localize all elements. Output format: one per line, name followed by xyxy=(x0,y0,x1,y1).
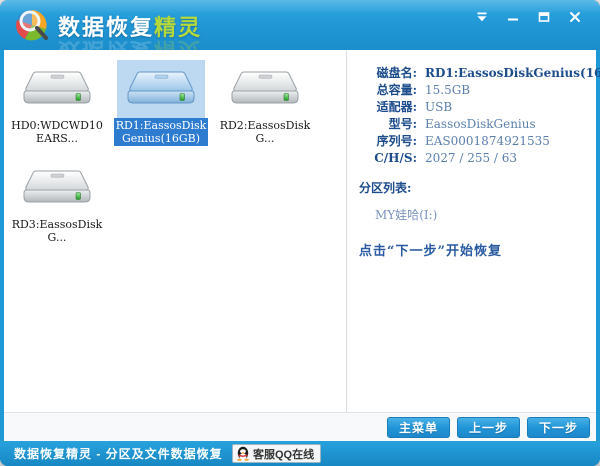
detail-row-capacity: 总容量: 15.5GB xyxy=(359,83,590,97)
disk-label: RD3:EassosDiskG... xyxy=(10,217,104,245)
detail-label: 适配器: xyxy=(359,100,417,114)
detail-value: 2027 / 255 / 63 xyxy=(425,151,517,165)
window-controls xyxy=(473,9,584,25)
detail-value: USB xyxy=(425,100,452,114)
disk-item-rd1-selected[interactable]: RD1:EassosDiskGenius(16GB) xyxy=(114,60,208,147)
dropdown-arrow-button[interactable] xyxy=(473,9,491,25)
button-strip: 主菜单 上一步 下一步 xyxy=(4,412,596,441)
disk-label: RD1:EassosDiskGenius(16GB) xyxy=(114,118,208,146)
close-icon xyxy=(569,11,581,23)
minimize-button[interactable] xyxy=(504,9,522,25)
status-text: 数据恢复精灵 - 分区及文件数据恢复 xyxy=(14,445,223,462)
partition-item[interactable]: MY娃哈(I:) xyxy=(375,206,590,223)
hard-drive-icon xyxy=(13,159,101,217)
hard-drive-icon xyxy=(13,60,101,118)
main-menu-button[interactable]: 主菜单 xyxy=(387,417,450,438)
qq-penguin-icon xyxy=(236,446,250,461)
qq-service-badge[interactable]: 客服QQ在线 xyxy=(232,444,321,463)
detail-value: RD1:EassosDiskGenius(16GB) xyxy=(425,66,600,80)
detail-label: 型号: xyxy=(359,117,417,131)
detail-label: 序列号: xyxy=(359,134,417,148)
next-step-hint: 点击“下一步”开始恢复 xyxy=(359,240,590,259)
maximize-button[interactable] xyxy=(535,9,553,25)
detail-row-chs: C/H/S: 2027 / 255 / 63 xyxy=(359,151,590,165)
app-window: 数据恢复精灵 数据恢复精灵 xyxy=(0,0,600,466)
detail-label: 磁盘名: xyxy=(359,66,417,80)
disk-item-hd0[interactable]: HD0:WDCWD10EARS... xyxy=(10,60,104,147)
detail-row-adapter: 适配器: USB xyxy=(359,100,590,114)
minimize-icon xyxy=(507,11,519,23)
app-title: 数据恢复精灵 xyxy=(58,10,202,42)
next-step-button[interactable]: 下一步 xyxy=(527,417,590,438)
detail-value: EAS0001874921535 xyxy=(425,134,550,148)
disk-item-rd2[interactable]: RD2:EassosDiskG... xyxy=(218,60,312,147)
detail-value: 15.5GB xyxy=(425,83,470,97)
detail-row-disk-name: 磁盘名: RD1:EassosDiskGenius(16GB) xyxy=(359,66,590,80)
disk-list: HD0:WDCWD10EARS... RD1:EassosDiskGenius(… xyxy=(4,50,346,412)
status-bar: 数据恢复精灵 - 分区及文件数据恢复 客服QQ在线 xyxy=(0,441,600,466)
close-button[interactable] xyxy=(566,9,584,25)
app-title-accent: 精灵 xyxy=(154,15,202,40)
hard-drive-icon-selected xyxy=(117,60,205,118)
main-content: HD0:WDCWD10EARS... RD1:EassosDiskGenius(… xyxy=(4,50,596,412)
detail-label: 总容量: xyxy=(359,83,417,97)
detail-row-model: 型号: EassosDiskGenius xyxy=(359,117,590,131)
hard-drive-icon xyxy=(221,60,309,118)
qq-badge-label: 客服QQ在线 xyxy=(253,446,314,462)
detail-label: C/H/S: xyxy=(359,151,417,165)
disk-item-rd3[interactable]: RD3:EassosDiskG... xyxy=(10,159,104,246)
prev-step-button[interactable]: 上一步 xyxy=(457,417,520,438)
disk-label: HD0:WDCWD10EARS... xyxy=(10,118,104,146)
maximize-icon xyxy=(538,11,550,23)
partition-list-label: 分区列表: xyxy=(359,179,590,196)
detail-value: EassosDiskGenius xyxy=(425,117,536,131)
title-bar: 数据恢复精灵 数据恢复精灵 xyxy=(0,0,600,50)
disk-details-panel: 磁盘名: RD1:EassosDiskGenius(16GB) 总容量: 15.… xyxy=(346,50,596,412)
detail-row-serial: 序列号: EAS0001874921535 xyxy=(359,134,590,148)
app-logo-icon xyxy=(13,6,51,44)
disk-label: RD2:EassosDiskG... xyxy=(218,118,312,146)
dropdown-arrow-icon xyxy=(476,11,488,23)
